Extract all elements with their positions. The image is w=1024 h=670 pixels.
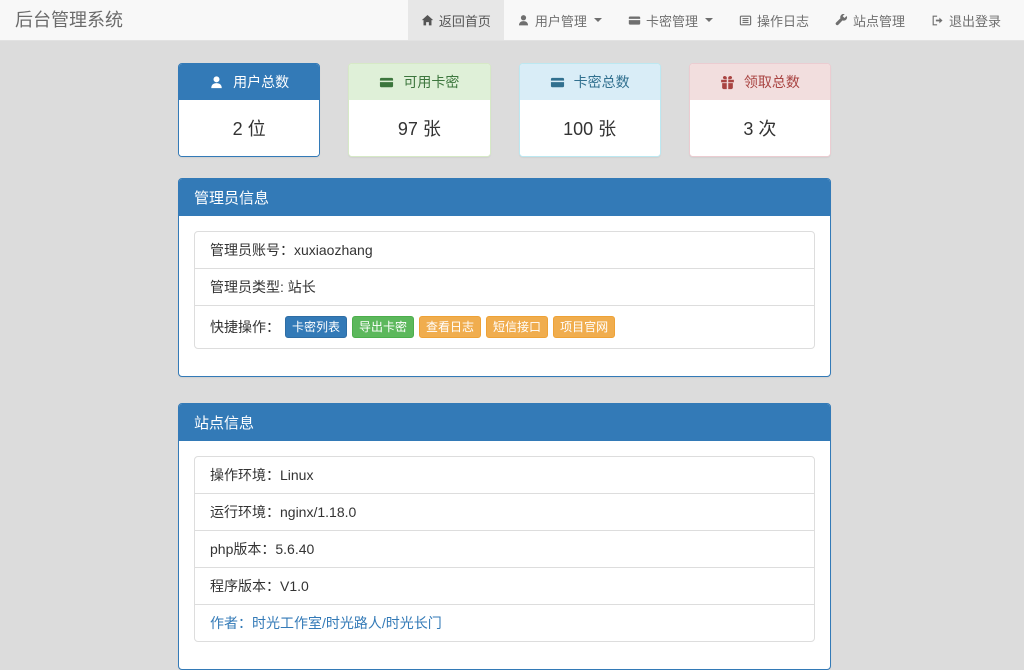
home-icon [421,14,434,27]
info-row-label: 管理员账号： [210,242,294,258]
info-row-label: 管理员类型: [210,279,288,295]
quick-button-project-site[interactable]: 项目官网 [553,316,615,338]
info-row-label: 运行环境： [210,504,280,520]
info-row: 运行环境：nginx/1.18.0 [195,493,814,530]
nav-item-users[interactable]: 用户管理 [504,0,615,40]
info-row-value: xuxiaozhang [294,242,373,258]
site-panel-title: 站点信息 [179,404,830,441]
stat-card-value: 100 张 [520,100,660,156]
stat-card-total-users: 用户总数 2 位 [178,63,320,157]
nav-item-label: 返回首页 [439,11,491,30]
nav-item-label: 用户管理 [535,11,587,30]
stat-card-value: 97 张 [349,100,489,156]
chevron-down-icon [705,18,713,22]
app-title: 后台管理系统 [15,0,123,40]
credit-card-icon [628,14,641,27]
wrench-icon [835,14,848,27]
site-info-list: 操作环境：Linux运行环境：nginx/1.18.0php版本：5.6.40程… [194,456,815,642]
chevron-down-icon [594,18,602,22]
user-icon [209,75,224,90]
info-row-value: 5.6.40 [275,541,314,557]
info-row-label: php版本： [210,541,275,557]
info-row-value: Linux [280,467,313,483]
stat-card-title: 用户总数 [233,72,289,92]
nav-item-home[interactable]: 返回首页 [408,0,504,40]
nav-item-logs[interactable]: 操作日志 [726,0,822,40]
main-nav: 返回首页 用户管理 卡密管理 操作日志 站点管理 退出登录 [408,0,1024,40]
log-icon [739,14,752,27]
info-row: 程序版本：V1.0 [195,567,814,604]
info-row: 操作环境：Linux [195,457,814,493]
info-row-label: 操作环境： [210,467,280,483]
stat-card-value: 2 位 [179,100,319,156]
logout-icon [931,14,944,27]
stat-card-value: 3 次 [690,100,830,156]
info-row: 管理员账号：xuxiaozhang [195,232,814,268]
info-row: 作者：时光工作室/时光路人/时光长门 [195,604,814,641]
nav-item-label: 退出登录 [949,11,1001,30]
quick-actions-label: 快捷操作： [210,319,280,335]
quick-button-card-list[interactable]: 卡密列表 [285,316,347,338]
stat-card-header: 用户总数 [179,64,319,100]
stat-card-header: 领取总数 [690,64,830,100]
stat-card-title: 领取总数 [744,72,800,92]
nav-item-cards[interactable]: 卡密管理 [615,0,726,40]
info-row-value: 站长 [288,279,316,295]
admin-info-list: 管理员账号：xuxiaozhang管理员类型: 站长快捷操作：卡密列表导出卡密查… [194,231,815,349]
stat-card-total-cards: 卡密总数 100 张 [519,63,661,157]
stat-card-header: 卡密总数 [520,64,660,100]
quick-button-view-log[interactable]: 查看日志 [419,316,481,338]
nav-item-label: 卡密管理 [646,11,698,30]
info-row-label: 程序版本： [210,578,280,594]
info-row-value: nginx/1.18.0 [280,504,356,520]
main-content: 用户总数 2 位 可用卡密 97 张 卡密总数 100 张 领取总数 3 次 管理员信息 管理… [178,63,831,670]
stat-card-available-cards: 可用卡密 97 张 [348,63,490,157]
admin-panel-title: 管理员信息 [179,179,830,216]
quick-button-export-card[interactable]: 导出卡密 [352,316,414,338]
stat-card-title: 卡密总数 [574,72,630,92]
nav-item-label: 操作日志 [757,11,809,30]
nav-item-logout[interactable]: 退出登录 [918,0,1014,40]
stat-card-header: 可用卡密 [349,64,489,100]
quick-button-sms-api[interactable]: 短信接口 [486,316,548,338]
stat-card-total-claims: 领取总数 3 次 [689,63,831,157]
author-link[interactable]: 时光工作室/时光路人/时光长门 [252,615,442,631]
nav-item-label: 站点管理 [853,11,905,30]
nav-item-site[interactable]: 站点管理 [822,0,918,40]
info-row-value: V1.0 [280,578,309,594]
info-row: 管理员类型: 站长 [195,268,814,305]
info-row-label: 作者： [210,615,252,631]
user-icon [517,14,530,27]
credit-card-icon [550,75,565,90]
site-info-panel: 站点信息 操作环境：Linux运行环境：nginx/1.18.0php版本：5.… [178,403,831,670]
credit-card-icon [379,75,394,90]
quick-actions-row: 快捷操作： 卡密列表导出卡密查看日志短信接口项目官网 [195,305,814,348]
stat-card-title: 可用卡密 [403,72,459,92]
stat-cards-row: 用户总数 2 位 可用卡密 97 张 卡密总数 100 张 领取总数 3 次 [178,63,831,157]
admin-info-panel: 管理员信息 管理员账号：xuxiaozhang管理员类型: 站长快捷操作：卡密列… [178,178,831,377]
top-navbar: 后台管理系统 返回首页 用户管理 卡密管理 操作日志 站点管理 退出登录 [0,0,1024,41]
gift-icon [720,75,735,90]
info-row: php版本：5.6.40 [195,530,814,567]
